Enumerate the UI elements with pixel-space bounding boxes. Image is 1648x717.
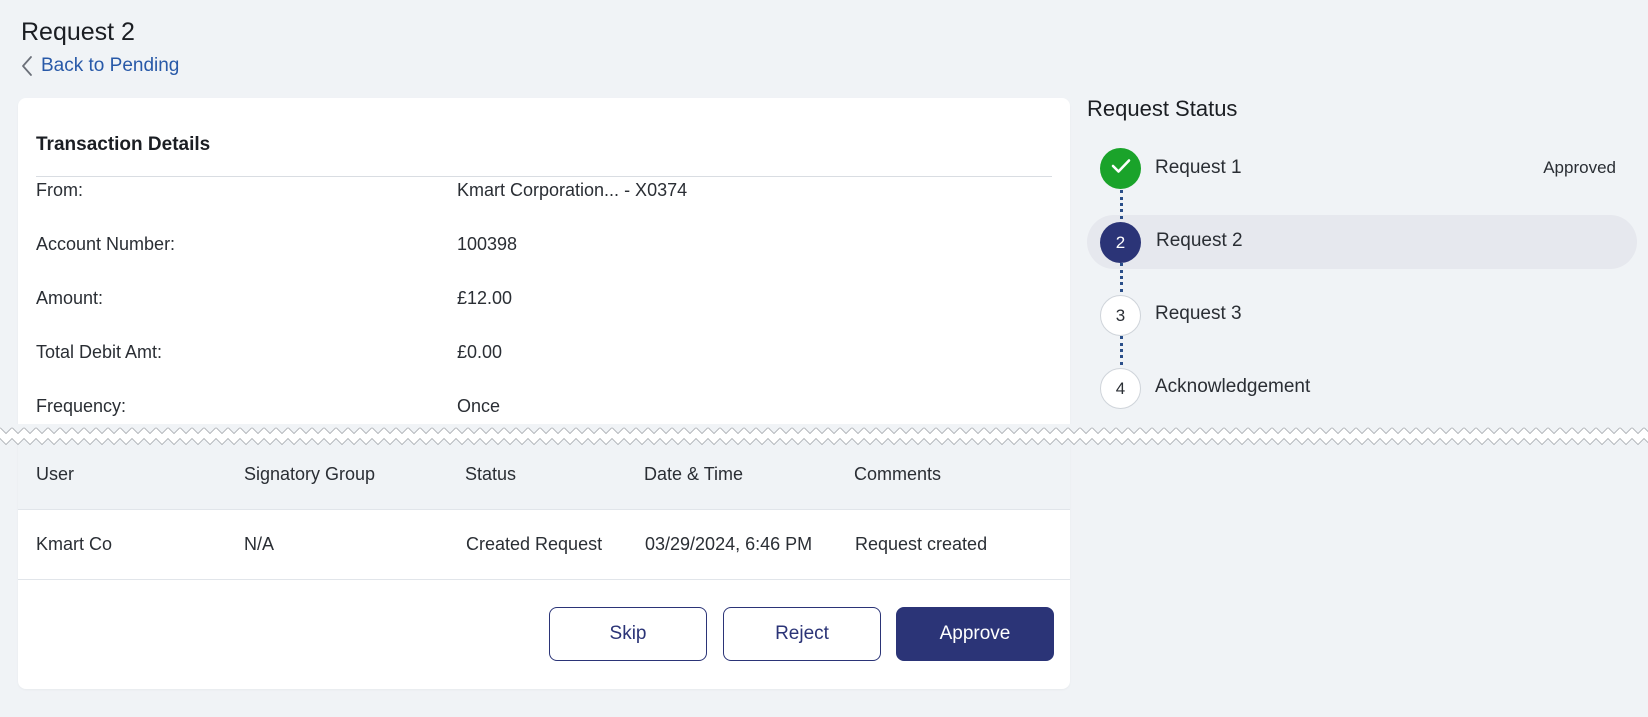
detail-row-amount: Amount: £12.00: [36, 288, 1052, 318]
step-marker-3: 3: [1100, 295, 1141, 336]
step-label-request-1: Request 1: [1155, 157, 1242, 178]
step-marker-current: 2: [1100, 222, 1141, 263]
detail-row-from: From: Kmart Corporation... - X0374: [36, 180, 1052, 210]
check-icon: [1111, 158, 1131, 179]
step-label-request-3: Request 3: [1155, 303, 1242, 324]
step-status-approved: Approved: [1543, 158, 1616, 177]
detail-label: Amount:: [36, 288, 104, 308]
detail-value: £0.00: [457, 342, 503, 362]
detail-value: Kmart Corporation... - X0374: [457, 180, 688, 200]
request-status-title: Request Status: [1087, 96, 1238, 121]
detail-value: £12.00: [457, 288, 513, 308]
chevron-left-icon: [21, 55, 33, 77]
approval-page: Request 2 Back to Pending Transaction De…: [0, 0, 1648, 717]
detail-value: 100398: [457, 234, 518, 254]
step-label-acknowledgement: Acknowledgement: [1155, 376, 1311, 397]
step-marker-done: [1100, 148, 1141, 189]
transaction-details-heading: Transaction Details: [36, 134, 211, 155]
step-marker-4: 4: [1100, 368, 1141, 409]
back-to-pending-link[interactable]: Back to Pending: [21, 55, 179, 77]
detail-label: Total Debit Amt:: [36, 342, 163, 362]
detail-label: Frequency:: [36, 396, 127, 416]
page-title: Request 2: [21, 18, 135, 46]
section-divider: [36, 176, 1052, 177]
step-connector: [1120, 263, 1123, 292]
reject-button[interactable]: Reject: [723, 607, 881, 661]
detail-row-total-debit: Total Debit Amt: £0.00: [36, 342, 1052, 372]
detail-row-frequency: Frequency: Once: [36, 396, 1052, 426]
approve-button[interactable]: Approve: [896, 607, 1054, 661]
skip-button[interactable]: Skip: [549, 607, 707, 661]
detail-label: Account Number:: [36, 234, 176, 254]
detail-value: Once: [457, 396, 501, 416]
back-link-label: Back to Pending: [41, 55, 180, 76]
detail-label: From:: [36, 180, 83, 200]
step-label-request-2: Request 2: [1156, 230, 1243, 251]
step-connector: [1120, 190, 1123, 219]
step-connector: [1120, 336, 1123, 365]
transaction-card: Transaction Details From: Kmart Corporat…: [18, 98, 1070, 689]
detail-row-account-number: Account Number: 100398: [36, 234, 1052, 264]
